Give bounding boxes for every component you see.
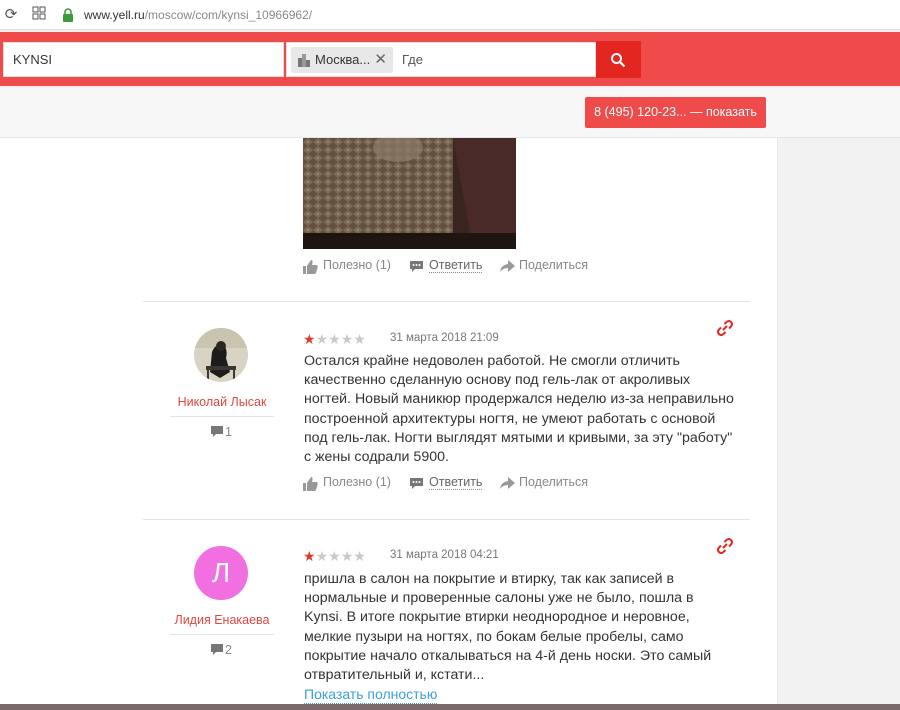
review-text: пришла в салон на покрытие и втирку, так… (304, 571, 712, 684)
author-reviews-count: 1 (210, 425, 232, 439)
star-filled-icon: ★ (303, 548, 316, 564)
helpful-button[interactable]: Полезно (1) (323, 475, 391, 489)
search-input[interactable]: KYNSI (3, 42, 284, 77)
reply-link[interactable]: Ответить (429, 258, 483, 273)
link-icon[interactable] (716, 319, 734, 337)
avatar[interactable] (194, 328, 248, 382)
star-empty-icon: ★ (353, 331, 366, 347)
apps-grid-icon[interactable] (30, 6, 48, 24)
browser-toolbar: ⟳ www.yell.ru/moscow/com/kynsi_10966962/ (0, 0, 900, 30)
url-path: /moscow/com/kynsi_10966962/ (144, 8, 313, 22)
author-divider (170, 634, 274, 635)
review-divider (143, 301, 750, 302)
review-author[interactable]: Николай Лысак (170, 395, 274, 409)
comment-icon (410, 261, 423, 272)
url-domain: www.yell.ru (84, 8, 145, 22)
share-icon (500, 477, 515, 489)
star-empty-icon: ★ (315, 331, 329, 347)
comment-icon (410, 478, 423, 489)
search-button[interactable] (596, 41, 641, 78)
review-date: 31 марта 2018 21:09 (390, 332, 499, 344)
share-icon (500, 260, 515, 272)
rating-stars: ★★★★★ (303, 331, 366, 347)
star-empty-icon: ★ (340, 331, 354, 347)
review-photo[interactable] (303, 138, 516, 249)
share-button[interactable]: Поделиться (519, 475, 588, 489)
review-date: 31 марта 2018 04:21 (390, 549, 499, 561)
star-empty-icon: ★ (353, 548, 366, 564)
reviews-count-icon (211, 644, 223, 655)
location-chip-label: Москва... (315, 52, 371, 67)
address-bar[interactable]: www.yell.ru/moscow/com/kynsi_10966962/ (84, 0, 312, 30)
share-button[interactable]: Поделиться (519, 258, 588, 272)
star-empty-icon: ★ (315, 548, 329, 564)
star-empty-icon: ★ (328, 331, 341, 347)
review-author[interactable]: Лидия Енакаева (170, 613, 274, 627)
show-more-link[interactable]: Показать полностью (304, 686, 438, 704)
taskbar-strip (0, 704, 900, 710)
reviews-count-value: 2 (225, 643, 232, 657)
link-icon[interactable] (716, 537, 734, 555)
reload-icon[interactable]: ⟳ (2, 6, 20, 24)
close-icon[interactable]: ✕ (374, 47, 387, 73)
author-reviews-count: 2 (210, 643, 232, 657)
thumbs-up-icon (303, 477, 318, 491)
search-icon (611, 53, 626, 68)
reviews-count-value: 1 (225, 425, 232, 439)
rating-stars: ★★★★★ (303, 548, 366, 564)
star-empty-icon: ★ (340, 548, 354, 564)
helpful-button[interactable]: Полезно (1) (323, 258, 391, 272)
author-divider (170, 416, 274, 417)
lock-icon (63, 8, 73, 22)
reply-link[interactable]: Ответить (429, 475, 483, 490)
review-text: Остался крайне недоволен работой. Не смо… (304, 353, 734, 466)
city-buildings-icon (298, 54, 310, 67)
star-filled-icon: ★ (303, 331, 316, 347)
reviews-count-icon (211, 426, 223, 437)
location-chip[interactable]: Москва... ✕ (291, 47, 393, 73)
location-field[interactable]: Москва... ✕ Где (286, 42, 596, 77)
show-phone-button[interactable]: 8 (495) 120-23... — показать (585, 97, 766, 128)
avatar[interactable]: Л (194, 546, 248, 600)
star-empty-icon: ★ (328, 548, 341, 564)
thumbs-up-icon (303, 260, 318, 274)
where-input[interactable]: Где (402, 43, 423, 76)
review-divider (143, 519, 750, 520)
